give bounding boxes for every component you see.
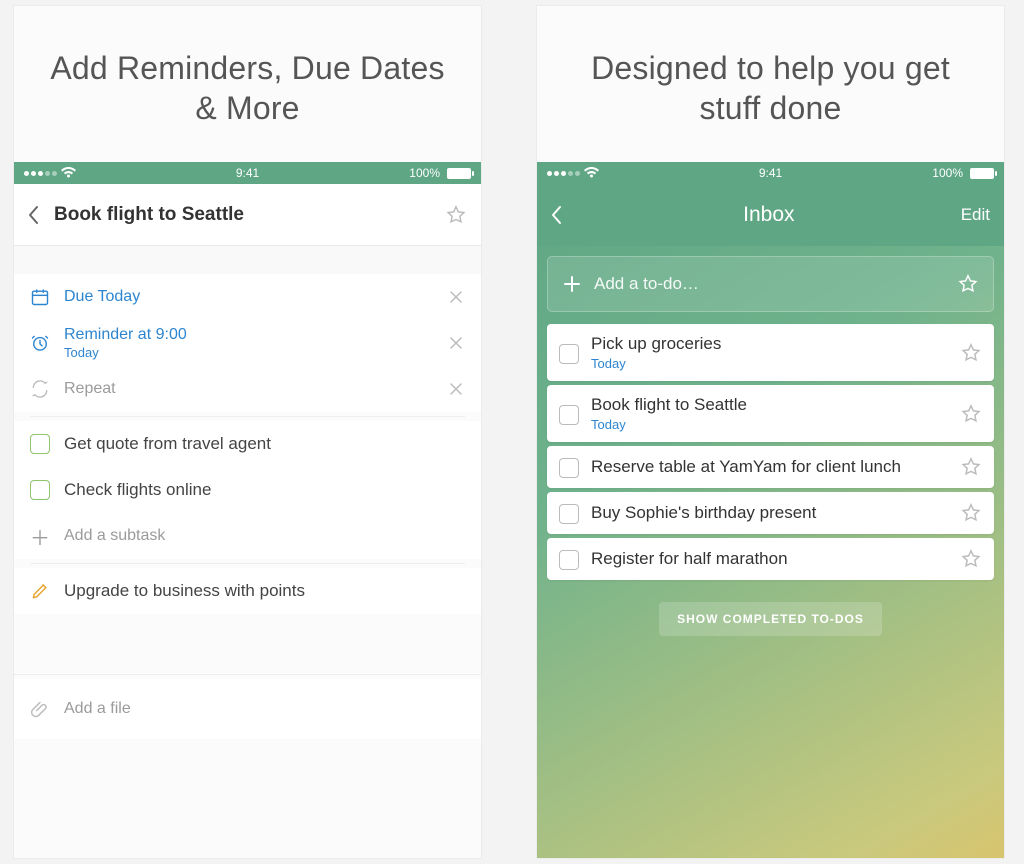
add-file-label: Add a file — [64, 699, 465, 719]
star-icon[interactable] — [960, 456, 982, 478]
calendar-icon — [30, 287, 50, 307]
add-subtask-label: Add a subtask — [64, 526, 465, 546]
due-label: Due Today — [64, 287, 433, 307]
star-icon[interactable] — [960, 342, 982, 364]
due-date-row[interactable]: Due Today — [14, 274, 481, 320]
promo-heading: Designed to help you get stuff done — [537, 6, 1004, 162]
status-bar: 9:41 100% — [537, 162, 1004, 184]
reminder-row[interactable]: Reminder at 9:00 Today — [14, 320, 481, 366]
task-detail-screenshot: Add Reminders, Due Dates & More 9:41 100… — [14, 6, 481, 858]
back-icon[interactable] — [551, 205, 563, 225]
edit-button[interactable]: Edit — [961, 205, 990, 225]
todo-item[interactable]: Book flight to Seattle Today — [547, 385, 994, 442]
task-navbar: Book flight to Seattle — [14, 184, 481, 246]
alarm-icon — [30, 333, 50, 353]
checkbox-icon[interactable] — [559, 504, 579, 524]
add-file-row[interactable]: Add a file — [14, 679, 481, 739]
todo-title: Buy Sophie's birthday present — [591, 503, 948, 523]
promo-heading: Add Reminders, Due Dates & More — [14, 6, 481, 162]
add-todo-placeholder: Add a to-do… — [594, 274, 945, 294]
battery-text: 100% — [409, 166, 440, 180]
todo-title: Book flight to Seattle — [591, 395, 948, 415]
subtasks-section: Get quote from travel agent Check flight… — [14, 421, 481, 559]
signal-icon — [547, 171, 580, 176]
reminder-label: Reminder at 9:00 — [64, 325, 433, 345]
show-completed-button[interactable]: SHOW COMPLETED TO-DOS — [659, 602, 882, 636]
star-icon[interactable] — [445, 204, 467, 226]
pencil-icon — [30, 581, 50, 601]
battery-icon — [970, 168, 994, 179]
repeat-row[interactable]: Repeat — [14, 366, 481, 412]
note-text: Upgrade to business with points — [64, 580, 465, 601]
subtask-label: Get quote from travel agent — [64, 433, 465, 454]
reminder-sub: Today — [64, 345, 433, 361]
subtask-label: Check flights online — [64, 479, 465, 500]
todo-item[interactable]: Register for half marathon — [547, 538, 994, 580]
inbox-screenshot: Designed to help you get stuff done 9:41… — [537, 6, 1004, 858]
note-section: Upgrade to business with points — [14, 568, 481, 614]
star-icon[interactable] — [957, 273, 979, 295]
star-icon[interactable] — [960, 502, 982, 524]
inbox-title: Inbox — [577, 203, 961, 227]
status-time: 9:41 — [759, 166, 782, 180]
add-todo-row[interactable]: Add a to-do… — [547, 256, 994, 312]
star-icon[interactable] — [960, 548, 982, 570]
todo-item[interactable]: Reserve table at YamYam for client lunch — [547, 446, 994, 488]
task-title: Book flight to Seattle — [54, 204, 445, 226]
checkbox-icon[interactable] — [559, 550, 579, 570]
plus-icon — [562, 274, 582, 294]
close-icon[interactable] — [447, 288, 465, 306]
subtask-row[interactable]: Check flights online — [14, 467, 481, 513]
todo-title: Pick up groceries — [591, 334, 948, 354]
todo-sub: Today — [591, 417, 948, 432]
subtask-row[interactable]: Get quote from travel agent — [14, 421, 481, 467]
plus-icon: ＋ — [30, 522, 50, 551]
back-icon[interactable] — [28, 205, 40, 225]
battery-icon — [447, 168, 471, 179]
todo-sub: Today — [591, 356, 948, 371]
checkbox-icon[interactable] — [559, 458, 579, 478]
status-time: 9:41 — [236, 166, 259, 180]
checkbox-icon[interactable] — [30, 480, 50, 500]
repeat-icon — [30, 379, 50, 399]
status-bar: 9:41 100% — [14, 162, 481, 184]
close-icon[interactable] — [447, 334, 465, 352]
close-icon[interactable] — [447, 380, 465, 398]
todo-list: Pick up groceries Today Book flight to S… — [547, 324, 994, 580]
inbox-navbar: Inbox Edit — [537, 184, 1004, 246]
todo-title: Register for half marathon — [591, 549, 948, 569]
wifi-icon — [61, 167, 76, 179]
todo-item[interactable]: Buy Sophie's birthday present — [547, 492, 994, 534]
note-row[interactable]: Upgrade to business with points — [14, 568, 481, 614]
add-subtask-row[interactable]: ＋ Add a subtask — [14, 513, 481, 559]
repeat-label: Repeat — [64, 379, 433, 399]
star-icon[interactable] — [960, 403, 982, 425]
wifi-icon — [584, 167, 599, 179]
checkbox-icon[interactable] — [30, 434, 50, 454]
due-reminder-section: Due Today Reminder at 9:00 Today Repeat — [14, 274, 481, 412]
checkbox-icon[interactable] — [559, 405, 579, 425]
checkbox-icon[interactable] — [559, 344, 579, 364]
todo-title: Reserve table at YamYam for client lunch — [591, 457, 948, 477]
signal-icon — [24, 171, 57, 176]
paperclip-icon — [30, 699, 50, 719]
battery-text: 100% — [932, 166, 963, 180]
todo-item[interactable]: Pick up groceries Today — [547, 324, 994, 381]
